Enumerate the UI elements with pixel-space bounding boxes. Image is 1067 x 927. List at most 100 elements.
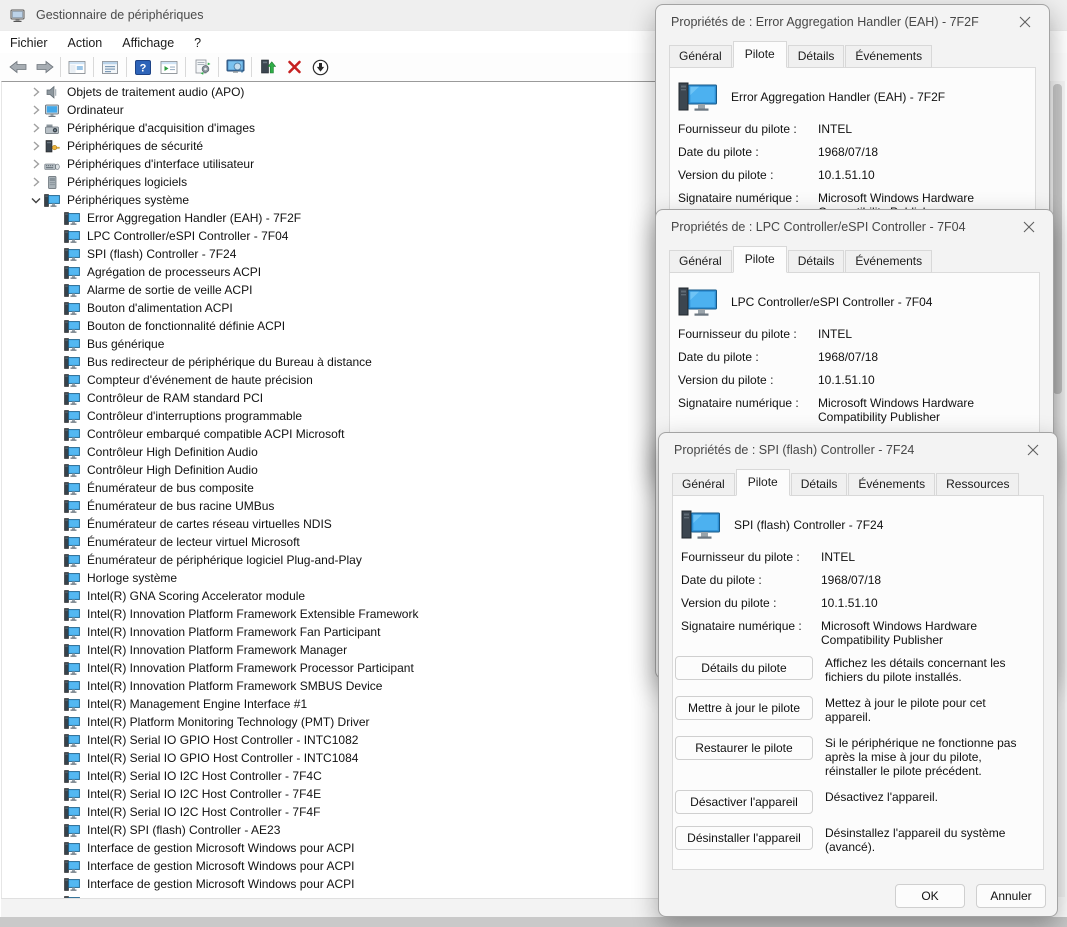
console-tree-icon[interactable]	[64, 56, 90, 78]
tab-details[interactable]: Détails	[788, 250, 845, 273]
field-label: Date du pilote :	[678, 350, 818, 364]
disable-device-icon[interactable]	[307, 56, 333, 78]
field-label: Date du pilote :	[681, 573, 821, 587]
back-icon[interactable]	[5, 56, 31, 78]
chevron-collapsed-icon[interactable]	[28, 84, 44, 100]
device-icon	[64, 211, 81, 226]
chevron-collapsed-icon[interactable]	[28, 120, 44, 136]
tree-item-label: Intel(R) Serial IO I2C Host Controller -…	[87, 805, 320, 819]
menu-item-action[interactable]: Action	[58, 33, 113, 53]
properties-icon[interactable]	[97, 56, 123, 78]
field-value: INTEL	[821, 550, 1035, 564]
chevron-slot	[28, 516, 44, 532]
close-icon[interactable]	[1016, 13, 1034, 31]
tree-item-label: LPC Controller/eSPI Controller - 7F04	[87, 229, 288, 243]
remote-desktop-icon[interactable]	[222, 56, 248, 78]
field-label: Fournisseur du pilote :	[678, 327, 818, 341]
menu-item-fichier[interactable]: Fichier	[0, 33, 58, 53]
scrollbar-thumb[interactable]	[1053, 84, 1062, 394]
field-value: INTEL	[818, 122, 1027, 136]
device-name: LPC Controller/eSPI Controller - 7F04	[731, 295, 932, 309]
driver-field-row: Signataire numérique :Microsoft Windows …	[678, 396, 1031, 424]
driver-field-row: Version du pilote :10.1.51.10	[678, 373, 1031, 387]
chevron-collapsed-icon[interactable]	[28, 102, 44, 118]
rollback-driver-button[interactable]: Restaurer le pilote	[675, 736, 813, 760]
device-icon	[64, 481, 81, 496]
chevron-slot	[28, 840, 44, 856]
driver-fields: Fournisseur du pilote :INTELDate du pilo…	[678, 327, 1031, 424]
tab-evenements[interactable]: Événements	[845, 250, 932, 273]
driver-actions: Détails du piloteAffichez les détails co…	[675, 656, 1035, 854]
chevron-expanded-icon[interactable]	[28, 192, 44, 208]
device-icon	[64, 589, 81, 604]
tab-pilote[interactable]: Pilote	[733, 41, 787, 68]
field-label: Signataire numérique :	[681, 619, 821, 647]
driver-field-row: Date du pilote :1968/07/18	[678, 145, 1027, 159]
chevron-slot	[28, 210, 44, 226]
tab-evenements[interactable]: Événements	[845, 45, 932, 68]
tree-item-label: Périphériques de sécurité	[67, 139, 203, 153]
menu-item-aide[interactable]: ?	[184, 33, 211, 53]
device-icon	[64, 805, 81, 820]
tree-item-label: Intel(R) Innovation Platform Framework F…	[87, 625, 380, 639]
tab-details[interactable]: Détails	[791, 473, 848, 496]
chevron-collapsed-icon[interactable]	[28, 138, 44, 154]
tab-general[interactable]: Général	[669, 45, 732, 68]
chevron-collapsed-icon[interactable]	[28, 156, 44, 172]
tab-general[interactable]: Général	[669, 250, 732, 273]
driver-details-button[interactable]: Détails du pilote	[675, 656, 813, 680]
close-icon[interactable]	[1024, 441, 1042, 459]
menu-item-affichage[interactable]: Affichage	[112, 33, 184, 53]
tree-item-label: Ordinateur	[67, 103, 124, 117]
dialog-footer: OK Annuler	[895, 884, 1046, 908]
field-value: 10.1.51.10	[821, 596, 1035, 610]
driver-action-row: Restaurer le piloteSi le périphérique ne…	[675, 736, 1035, 778]
tab-general[interactable]: Général	[672, 473, 735, 496]
tab-ressources[interactable]: Ressources	[936, 473, 1019, 496]
device-icon	[64, 391, 81, 406]
svg-text:?: ?	[140, 62, 147, 74]
chevron-slot	[28, 534, 44, 550]
scan-hardware-icon[interactable]	[189, 56, 215, 78]
device-icon	[64, 427, 81, 442]
device-icon	[64, 733, 81, 748]
tab-pilote[interactable]: Pilote	[733, 246, 787, 273]
device-icon	[64, 787, 81, 802]
update-driver-icon[interactable]	[255, 56, 281, 78]
field-label: Fournisseur du pilote :	[678, 122, 818, 136]
tree-item-label: SPI (flash) Controller - 7F24	[87, 247, 236, 261]
tab-details[interactable]: Détails	[788, 45, 845, 68]
software-device-icon	[44, 175, 61, 190]
uninstall-device-icon[interactable]	[281, 56, 307, 78]
device-icon	[64, 823, 81, 838]
tree-item-label: Intel(R) Management Engine Interface #1	[87, 697, 307, 711]
tab-pilote[interactable]: Pilote	[736, 469, 790, 496]
close-icon[interactable]	[1020, 218, 1038, 236]
cancel-button[interactable]: Annuler	[976, 884, 1046, 908]
ok-button[interactable]: OK	[895, 884, 965, 908]
disable-device-button[interactable]: Désactiver l'appareil	[675, 790, 813, 814]
device-icon	[64, 571, 81, 586]
device-icon	[64, 337, 81, 352]
dialog-titlebar: Propriétés de : LPC Controller/eSPI Cont…	[656, 210, 1053, 244]
device-icon	[64, 877, 81, 892]
forward-icon[interactable]	[31, 56, 57, 78]
action-pane-icon[interactable]	[156, 56, 182, 78]
tab-content-pilote: SPI (flash) Controller - 7F24Fournisseur…	[672, 495, 1044, 870]
device-icon	[64, 499, 81, 514]
chevron-collapsed-icon[interactable]	[28, 174, 44, 190]
device-icon	[64, 319, 81, 334]
tree-item-label: Agrégation de processeurs ACPI	[87, 265, 261, 279]
driver-field-row: Fournisseur du pilote :INTEL	[681, 550, 1035, 564]
update-driver-button[interactable]: Mettre à jour le pilote	[675, 696, 813, 720]
help-icon[interactable]: ?	[130, 56, 156, 78]
audio-device-icon	[44, 85, 61, 100]
device-header: LPC Controller/eSPI Controller - 7F04	[678, 285, 1039, 319]
device-icon	[64, 535, 81, 550]
uninstall-device-button[interactable]: Désinstaller l'appareil	[675, 826, 813, 850]
tree-item-label: Error Aggregation Handler (EAH) - 7F2F	[87, 211, 301, 225]
chevron-slot	[28, 822, 44, 838]
device-icon	[64, 301, 81, 316]
device-icon	[64, 625, 81, 640]
tab-evenements[interactable]: Événements	[848, 473, 935, 496]
